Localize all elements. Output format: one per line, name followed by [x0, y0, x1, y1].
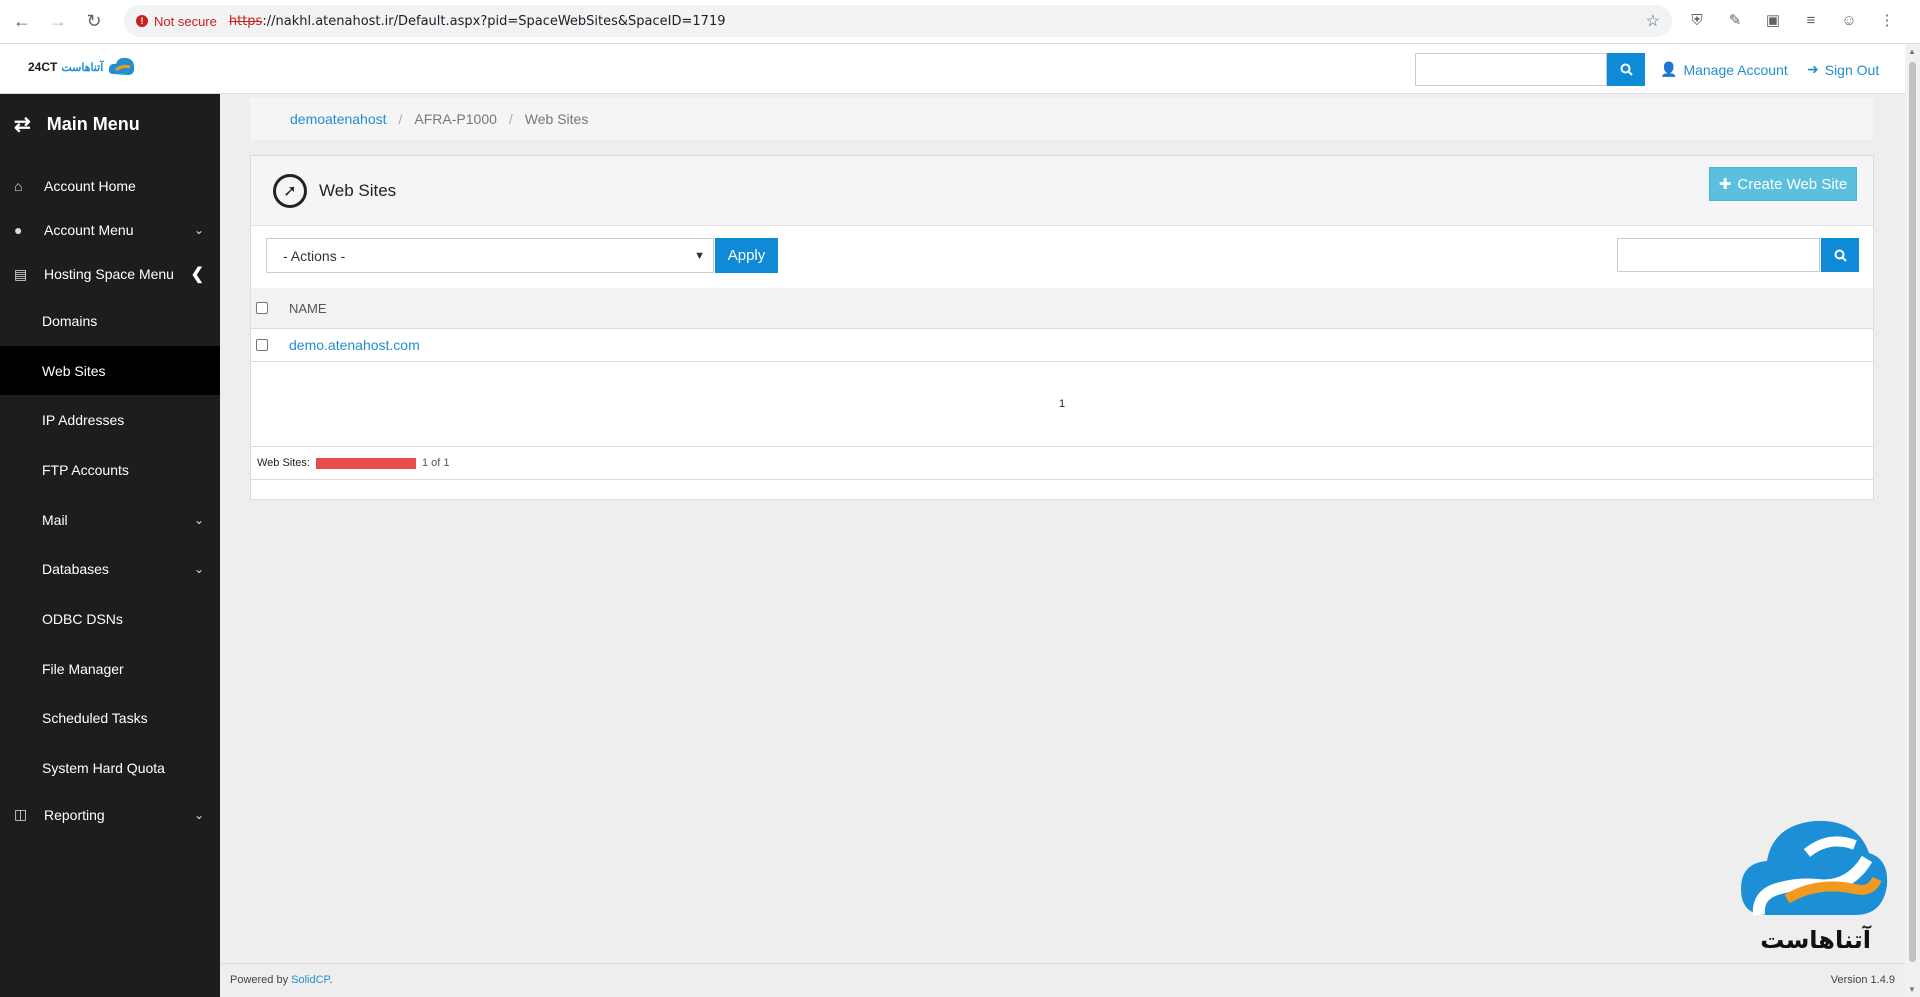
- breadcrumb: demoatenahost / AFRA-P1000 / Web Sites: [250, 98, 1873, 140]
- chevron-down-icon: ⌄: [193, 807, 204, 822]
- grid-toolbar: - Actions - ▼ Apply: [251, 226, 1873, 288]
- quota-text: 1 of 1: [422, 457, 450, 469]
- footer: Powered by SolidCP. Version 1.4.9: [220, 963, 1905, 997]
- breadcrumb-item-space: AFRA-P1000: [414, 111, 497, 127]
- quota-row: Web Sites: 1 of 1: [251, 446, 1873, 480]
- panel-header: ➚ Web Sites ✚ Create Web Site: [251, 156, 1873, 226]
- header-search-input[interactable]: [1415, 53, 1607, 86]
- chevron-left-icon: ❮: [190, 266, 204, 283]
- chevron-down-icon: ⌄: [193, 562, 204, 577]
- extension-icons: ⛨ ✎ ▣ ≡ ☺ ⋮: [1685, 8, 1899, 32]
- table-header: NAME: [251, 288, 1873, 329]
- grid-search-input[interactable]: [1617, 238, 1820, 272]
- table-row: demo.atenahost.com: [251, 329, 1873, 362]
- extension-icon[interactable]: ✎: [1723, 8, 1747, 32]
- url-text: https://nakhl.atenahost.ir/Default.aspx?…: [228, 13, 726, 29]
- warning-icon: !: [136, 15, 148, 27]
- header-search-button[interactable]: [1607, 53, 1645, 86]
- web-site-link[interactable]: demo.atenahost.com: [289, 337, 420, 353]
- plus-icon: ✚: [1718, 176, 1732, 193]
- sidebar-item-odbc-dsns[interactable]: ODBC DSNs: [0, 594, 220, 644]
- sidebar-item-mail[interactable]: Mail ⌄: [0, 495, 220, 545]
- home-icon: ⌂: [14, 178, 23, 194]
- manage-account-link[interactable]: 👤 Manage Account: [1660, 61, 1788, 78]
- exchange-icon: ⇄: [14, 113, 31, 136]
- server-icon: ▤: [14, 265, 28, 282]
- web-sites-panel: ➚ Web Sites ✚ Create Web Site - Actions …: [250, 155, 1874, 500]
- scroll-down-icon[interactable]: ▼: [1908, 985, 1916, 994]
- user-icon: 👤: [1660, 61, 1678, 77]
- address-bar[interactable]: ! Not secure https://nakhl.atenahost.ir/…: [124, 5, 1672, 37]
- chevron-down-icon: ▼: [694, 249, 705, 262]
- search-icon: [1620, 63, 1633, 76]
- quota-bar: [316, 457, 416, 469]
- compass-icon: ➚: [273, 173, 307, 208]
- sign-out-icon: ➜: [1807, 61, 1819, 77]
- sidebar-title[interactable]: ⇄ Main Menu: [0, 94, 220, 154]
- sidebar-item-ftp-accounts[interactable]: FTP Accounts: [0, 445, 220, 495]
- reload-icon[interactable]: ↻: [76, 4, 112, 40]
- breadcrumb-separator: /: [398, 111, 403, 127]
- profile-icon[interactable]: ☺: [1837, 8, 1861, 32]
- cloud-logo-icon: [109, 57, 135, 75]
- sidebar-item-domains[interactable]: Domains: [0, 296, 220, 346]
- bookmark-star-icon[interactable]: ☆: [1646, 11, 1660, 31]
- chevron-down-icon: ⌄: [193, 223, 204, 237]
- site-logo[interactable]: 24CT آتناهاست: [28, 54, 137, 80]
- sidebar-item-system-hard-quota[interactable]: System Hard Quota: [0, 743, 220, 793]
- sidebar-item-file-manager[interactable]: File Manager: [0, 644, 220, 694]
- page-title: Web Sites: [319, 180, 397, 200]
- bar-chart-icon: ◫: [14, 806, 28, 823]
- brand-logo-text: آتناهاست: [1760, 926, 1871, 954]
- security-indicator[interactable]: ! Not secure: [136, 14, 217, 29]
- app-header: 24CT آتناهاست 👤 Manage Account ➜ Sign Ou…: [0, 44, 1905, 94]
- forward-icon[interactable]: →: [40, 4, 76, 40]
- actions-select[interactable]: - Actions - ▼: [266, 238, 714, 273]
- grid-search-button[interactable]: [1821, 238, 1859, 272]
- sidebar-item-databases[interactable]: Databases ⌄: [0, 544, 220, 594]
- puzzle-icon[interactable]: ▣: [1761, 8, 1785, 32]
- sidebar-item-reporting[interactable]: ◫ Reporting ⌄: [0, 793, 220, 837]
- page-number[interactable]: 1: [1059, 398, 1065, 410]
- breadcrumb-item-current: Web Sites: [524, 111, 589, 127]
- sidebar-item-account-home[interactable]: ⌂ Account Home: [0, 164, 220, 208]
- powered-by: Powered by SolidCP.: [230, 974, 333, 986]
- cloud-logo-icon: [1741, 820, 1888, 916]
- pager: 1: [251, 362, 1873, 446]
- sidebar-item-account-menu[interactable]: ● Account Menu ⌄: [0, 208, 220, 252]
- sidebar-item-hosting-space-menu[interactable]: ▤ Hosting Space Menu ❮: [0, 252, 220, 296]
- more-icon[interactable]: ⋮: [1875, 8, 1899, 32]
- breadcrumb-separator: /: [508, 111, 513, 127]
- shield-extension-icon[interactable]: ⛨: [1685, 8, 1709, 32]
- sidebar-item-web-sites[interactable]: Web Sites: [0, 345, 220, 396]
- chevron-down-icon: ⌄: [193, 512, 204, 527]
- page-scrollbar[interactable]: ▲ ▼: [1905, 44, 1920, 997]
- sidebar: ⇄ Main Menu ⌂ Account Home ● Account Men…: [0, 94, 220, 997]
- column-header-name[interactable]: NAME: [289, 301, 327, 316]
- browser-toolbar: ← → ↻ ! Not secure https://nakhl.atenaho…: [0, 0, 1920, 44]
- sign-out-link[interactable]: ➜ Sign Out: [1807, 61, 1879, 78]
- user-icon: ●: [14, 222, 23, 238]
- media-icon[interactable]: ≡: [1799, 8, 1823, 32]
- version-text: Version 1.4.9: [1830, 974, 1895, 986]
- brand-logo: آتناهاست: [1737, 815, 1889, 965]
- apply-button[interactable]: Apply: [715, 238, 778, 273]
- create-web-site-button[interactable]: ✚ Create Web Site: [1709, 167, 1857, 201]
- back-icon[interactable]: ←: [4, 4, 40, 40]
- breadcrumb-link-account[interactable]: demoatenahost: [290, 111, 387, 127]
- search-icon: [1834, 249, 1847, 262]
- scroll-thumb[interactable]: [1909, 62, 1916, 962]
- sidebar-item-scheduled-tasks[interactable]: Scheduled Tasks: [0, 694, 220, 744]
- select-all-checkbox[interactable]: [256, 302, 268, 314]
- row-checkbox[interactable]: [256, 339, 268, 351]
- scroll-up-icon[interactable]: ▲: [1908, 47, 1916, 56]
- sidebar-item-ip-addresses[interactable]: IP Addresses: [0, 395, 220, 445]
- quota-label: Web Sites:: [257, 457, 310, 469]
- solidcp-link[interactable]: SolidCP: [291, 974, 329, 986]
